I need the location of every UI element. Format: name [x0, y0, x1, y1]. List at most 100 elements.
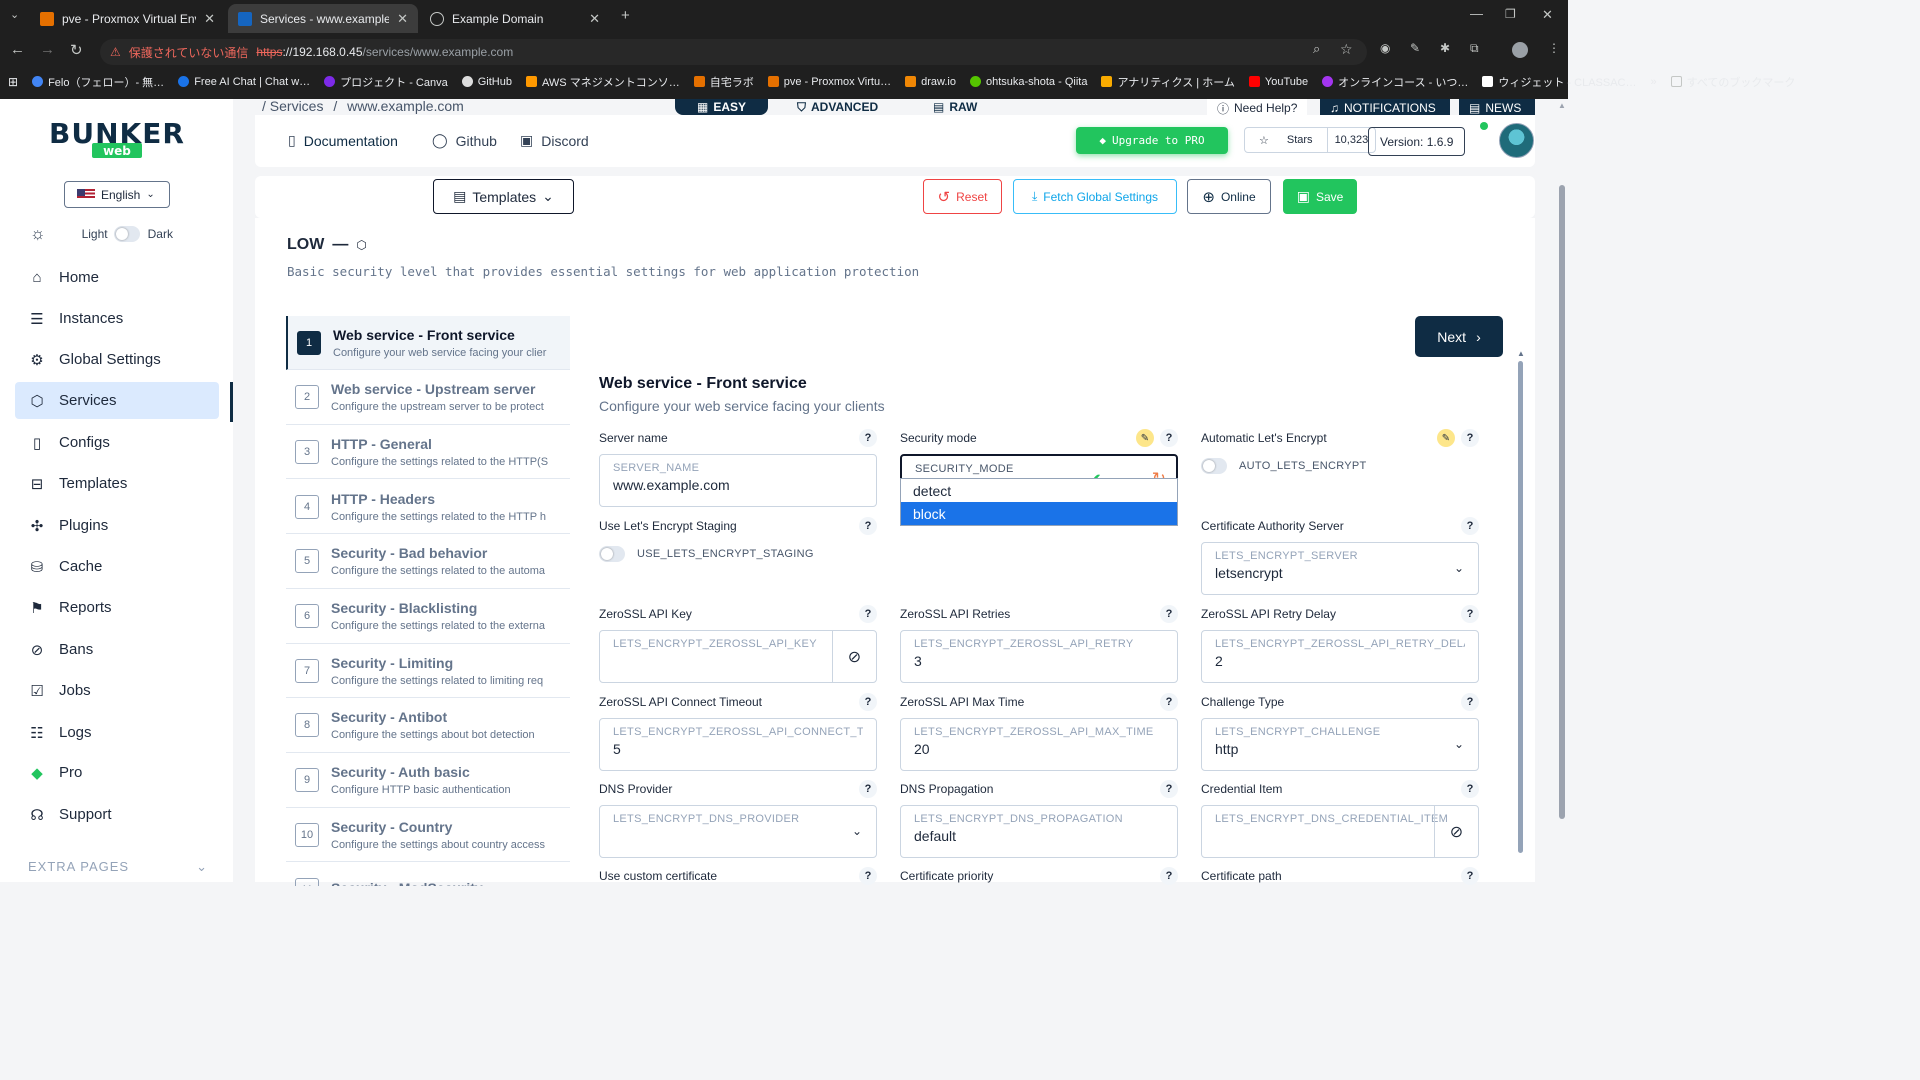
extension-gear-icon[interactable]: ✱	[1440, 41, 1450, 55]
help-icon[interactable]: ?	[1160, 693, 1178, 711]
help-icon[interactable]: ?	[859, 429, 877, 447]
wizard-step[interactable]: 8 Security - Antibot Configure the setting…	[286, 699, 570, 753]
zerossl-api-retry-delay-input[interactable]: LETS_ENCRYPT_ZEROSSL_API_RETRY_DELAY 2	[1201, 630, 1479, 683]
close-tab-icon[interactable]: ✕	[589, 11, 600, 27]
bookmark-item[interactable]: pve - Proxmox Virtu…	[767, 76, 891, 88]
sidebar-item-home[interactable]: ⌂ Home	[15, 259, 219, 296]
sidebar-item-plugins[interactable]: ✣ Plugins	[15, 507, 219, 544]
wizard-step[interactable]: 11 Security - ModSecurity	[286, 863, 570, 886]
language-select[interactable]: English ⌄	[64, 181, 170, 208]
ca-server-select[interactable]: LETS_ENCRYPT_SERVER letsencrypt ⌄	[1201, 542, 1479, 595]
screenshot-icon[interactable]: ◉	[1380, 41, 1390, 55]
online-button[interactable]: ⊕ Online	[1187, 179, 1271, 214]
page-scroll-up-icon[interactable]: ▲	[1558, 101, 1566, 110]
discord-link[interactable]: ▣ Discord	[520, 132, 589, 149]
user-avatar[interactable]	[1499, 123, 1534, 158]
dropdown-option-detect[interactable]: detect	[901, 479, 1177, 502]
zoom-icon[interactable]: ⌕	[1313, 41, 1320, 57]
save-button[interactable]: ▣ Save	[1283, 179, 1357, 214]
mode-easy-tab[interactable]: ▦ EASY	[675, 99, 769, 115]
minimize-icon[interactable]: —	[1470, 6, 1483, 21]
help-icon[interactable]: ?	[859, 693, 877, 711]
reset-button[interactable]: ↺ Reset	[923, 179, 1002, 214]
page-scrollbar[interactable]	[1559, 185, 1565, 819]
sidebar-item-services[interactable]: ⬡ Services	[15, 382, 219, 419]
sidebar-item-templates[interactable]: ⊟ Templates	[15, 465, 219, 502]
bookmark-item[interactable]: アナリティクス | ホーム	[1101, 74, 1235, 90]
restore-icon[interactable]: ❐	[1505, 7, 1516, 21]
challenge-type-select[interactable]: LETS_ENCRYPT_CHALLENGE http ⌄	[1201, 718, 1479, 771]
dropdown-option-block[interactable]: block	[901, 502, 1177, 525]
apps-grid-icon[interactable]: ⊞	[8, 75, 18, 89]
dns-propagation-input[interactable]: LETS_ENCRYPT_DNS_PROPAGATION default	[900, 805, 1178, 858]
sidebar-item-configs[interactable]: ▯ Configs	[15, 424, 219, 461]
theme-toggle[interactable]	[113, 226, 140, 242]
all-bookmarks-folder[interactable]: すべてのブックマーク	[1670, 74, 1795, 90]
help-icon[interactable]: ?	[859, 867, 877, 885]
wizard-step[interactable]: 2 Web service - Upstream server Configure …	[286, 371, 570, 425]
sidebar-item-global-settings[interactable]: ⚙ Global Settings	[15, 341, 219, 378]
github-stars[interactable]: ☆ Stars 10,323	[1244, 127, 1377, 153]
wizard-step[interactable]: 6 Security - Blacklisting Configure the se…	[286, 590, 570, 644]
browser-tab-example[interactable]: Example Domain ✕	[420, 4, 610, 33]
profile-avatar[interactable]	[1512, 42, 1528, 58]
wizard-step[interactable]: 9 Security - Auth basic Configure HTTP bas…	[286, 754, 570, 808]
pen-extension-icon[interactable]: ✎	[1410, 41, 1420, 55]
address-bar[interactable]: ⚠ 保護されていない通信 https://192.168.0.45/servic…	[100, 39, 1367, 65]
extra-pages-toggle[interactable]: EXTRA PAGES ⌄	[28, 859, 208, 875]
tab-search-icon[interactable]: ⌄	[10, 8, 19, 21]
credential-item-input[interactable]: LETS_ENCRYPT_DNS_CREDENTIAL_ITEM ⊘	[1201, 805, 1479, 858]
bookmark-item[interactable]: YouTube	[1248, 76, 1308, 88]
wizard-step[interactable]: 3 HTTP - General Configure the settings re…	[286, 425, 570, 480]
github-link[interactable]: ◯ Github	[432, 132, 497, 149]
help-icon[interactable]: ?	[859, 780, 877, 798]
form-scrollbar[interactable]	[1518, 361, 1523, 853]
zerossl-api-key-input[interactable]: LETS_ENCRYPT_ZEROSSL_API_KEY ⊘	[599, 630, 877, 683]
zerossl-max-time-input[interactable]: LETS_ENCRYPT_ZEROSSL_API_MAX_TIME 20	[900, 718, 1178, 771]
help-icon[interactable]: ?	[1160, 429, 1178, 447]
help-icon[interactable]: ?	[1461, 693, 1479, 711]
wizard-step[interactable]: 4 HTTP - Headers Configure the settings re…	[286, 480, 570, 535]
close-window-icon[interactable]: ✕	[1542, 7, 1553, 23]
fetch-global-settings-button[interactable]: ⤓ Fetch Global Settings	[1013, 179, 1177, 214]
help-icon[interactable]: ?	[1160, 780, 1178, 798]
bookmark-item[interactable]: ohtsuka-shota - Qiita	[969, 76, 1087, 88]
bookmark-item[interactable]: AWS マネジメントコンソ…	[525, 74, 680, 90]
wizard-step[interactable]: 10 Security - Country Configure the settin…	[286, 808, 570, 863]
help-icon[interactable]: ?	[1160, 867, 1178, 885]
url-text[interactable]: https://192.168.0.45/services/www.exampl…	[256, 45, 513, 59]
bookmark-item[interactable]: 自宅ラボ	[693, 74, 754, 90]
more-bookmarks-icon[interactable]: »	[1651, 76, 1657, 88]
auto-lets-encrypt-toggle[interactable]	[1201, 458, 1227, 474]
help-icon[interactable]: ?	[1461, 429, 1479, 447]
breadcrumb-services[interactable]: / Services	[262, 98, 323, 114]
bookmark-star-icon[interactable]: ☆	[1340, 41, 1353, 58]
sidebar-item-support[interactable]: ☊ Support	[15, 796, 219, 833]
reload-icon[interactable]: ↻	[70, 41, 83, 59]
documentation-link[interactable]: ▯ Documentation	[288, 132, 398, 149]
zerossl-api-retries-input[interactable]: LETS_ENCRYPT_ZEROSSL_API_RETRY 3	[900, 630, 1178, 683]
sidebar-item-bans[interactable]: ⊘ Bans	[15, 631, 219, 668]
sidebar-item-jobs[interactable]: ☑ Jobs	[15, 672, 219, 709]
wizard-step[interactable]: 1 Web service - Front service Configure yo…	[286, 316, 570, 370]
close-tab-icon[interactable]: ✕	[204, 11, 215, 27]
scroll-up-icon[interactable]: ▲	[1517, 349, 1525, 358]
help-icon[interactable]: ?	[859, 605, 877, 623]
new-tab-icon[interactable]: +	[621, 7, 630, 24]
browser-tab-services[interactable]: Services - www.example.com - I ✕	[228, 4, 418, 33]
server-name-input[interactable]: SERVER_NAME www.example.com	[599, 454, 877, 507]
sidebar-item-reports[interactable]: ⚑ Reports	[15, 589, 219, 626]
mode-raw-tab[interactable]: ▤ RAW	[933, 99, 977, 115]
templates-dropdown[interactable]: ▤ Templates ⌄	[433, 179, 574, 214]
bookmark-item[interactable]: ウィジェット - CLASSAC…	[1482, 74, 1637, 90]
help-icon[interactable]: ?	[1461, 605, 1479, 623]
bookmark-item[interactable]: Free AI Chat | Chat w…	[178, 76, 310, 88]
back-icon[interactable]: ←	[10, 41, 25, 58]
bookmark-item[interactable]: draw.io	[905, 76, 956, 88]
security-label[interactable]: 保護されていない通信	[129, 44, 249, 61]
help-icon[interactable]: ?	[1461, 517, 1479, 535]
upgrade-pro-button[interactable]: ◆ Upgrade to PRO	[1076, 127, 1228, 154]
eye-off-icon[interactable]: ⊘	[1434, 806, 1478, 857]
lets-encrypt-staging-toggle[interactable]	[599, 546, 625, 562]
forward-icon[interactable]: →	[40, 41, 55, 58]
